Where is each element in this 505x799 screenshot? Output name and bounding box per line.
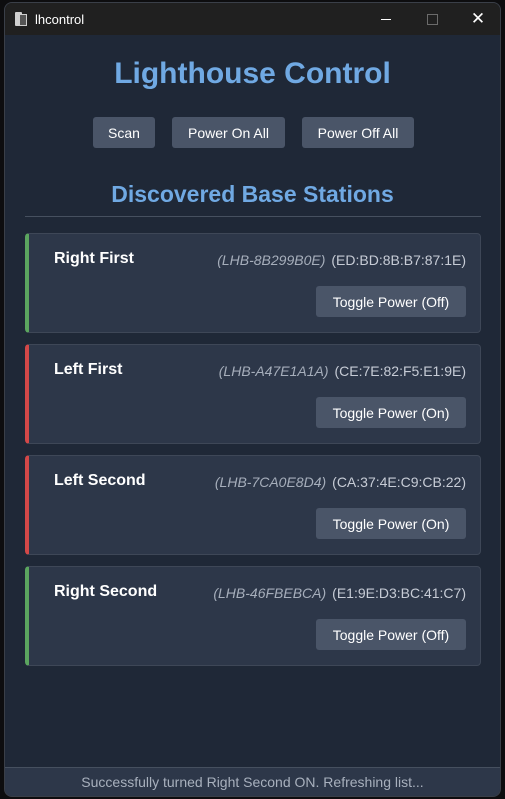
base-station-card: Left Second (LHB-7CA0E8D4) (CA:37:4E:C9:C… bbox=[25, 455, 481, 555]
title-bar: lhcontrol ✕ bbox=[5, 3, 500, 35]
maximize-icon bbox=[426, 13, 438, 25]
page-title: Lighthouse Control bbox=[114, 57, 391, 90]
station-identifiers: (LHB-A47E1A1A) (CE:7E:82:F5:E1:9E) bbox=[219, 363, 466, 379]
station-name: Left First bbox=[54, 361, 123, 378]
base-station-card: Left First (LHB-A47E1A1A) (CE:7E:82:F5:E1… bbox=[25, 344, 481, 444]
minimize-button[interactable] bbox=[363, 3, 409, 35]
station-name: Left Second bbox=[54, 472, 146, 489]
station-id: (LHB-A47E1A1A) bbox=[218, 363, 329, 379]
window-title: lhcontrol bbox=[35, 11, 85, 27]
toggle-power-button[interactable]: Toggle Power (On) bbox=[316, 397, 466, 428]
station-identifiers: (LHB-7CA0E8D4) (CA:37:4E:C9:CB:22) bbox=[215, 474, 466, 490]
scan-button[interactable]: Scan bbox=[93, 117, 155, 148]
power-off-all-button[interactable]: Power Off All bbox=[302, 117, 414, 148]
close-button[interactable]: ✕ bbox=[455, 3, 500, 35]
station-id: (LHB-8B299B0E) bbox=[217, 252, 326, 268]
base-station-card: Right Second (LHB-46FBEBCA) (E1:9E:D3:BC:… bbox=[25, 566, 481, 666]
station-name: Right First bbox=[54, 250, 134, 267]
station-id: (LHB-46FBEBCA) bbox=[213, 585, 327, 601]
close-icon: ✕ bbox=[470, 8, 486, 29]
station-name: Right Second bbox=[54, 583, 158, 600]
toggle-power-button[interactable]: Toggle Power (On) bbox=[316, 508, 466, 539]
maximize-button[interactable] bbox=[409, 3, 455, 35]
app-icon bbox=[15, 12, 27, 26]
section-title: Discovered Base Stations bbox=[111, 181, 394, 207]
toggle-power-button[interactable]: Toggle Power (Off) bbox=[316, 286, 466, 317]
station-identifiers: (LHB-46FBEBCA) (E1:9E:D3:BC:41:C7) bbox=[213, 585, 466, 601]
station-mac: (ED:BD:8B:B7:87:1E) bbox=[331, 252, 466, 268]
minimize-icon bbox=[381, 18, 391, 20]
station-identifiers: (LHB-8B299B0E) (ED:BD:8B:B7:87:1E) bbox=[217, 252, 466, 268]
app-window: lhcontrol ✕ Lighthouse Control Scan Powe… bbox=[4, 2, 501, 797]
status-bar: Successfully turned Right Second ON. Ref… bbox=[5, 767, 500, 796]
toggle-power-button[interactable]: Toggle Power (Off) bbox=[316, 619, 466, 650]
station-mac: (E1:9E:D3:BC:41:C7) bbox=[332, 585, 466, 601]
main-content: Lighthouse Control Scan Power On All Pow… bbox=[5, 35, 500, 768]
base-station-card: Right First (LHB-8B299B0E) (ED:BD:8B:B7:8… bbox=[25, 233, 481, 333]
station-mac: (CA:37:4E:C9:CB:22) bbox=[332, 474, 466, 490]
station-mac: (CE:7E:82:F5:E1:9E) bbox=[334, 363, 466, 379]
section-divider bbox=[25, 216, 481, 217]
station-id: (LHB-7CA0E8D4) bbox=[214, 474, 327, 490]
power-on-all-button[interactable]: Power On All bbox=[172, 117, 285, 148]
status-message: Successfully turned Right Second ON. Ref… bbox=[81, 774, 424, 790]
